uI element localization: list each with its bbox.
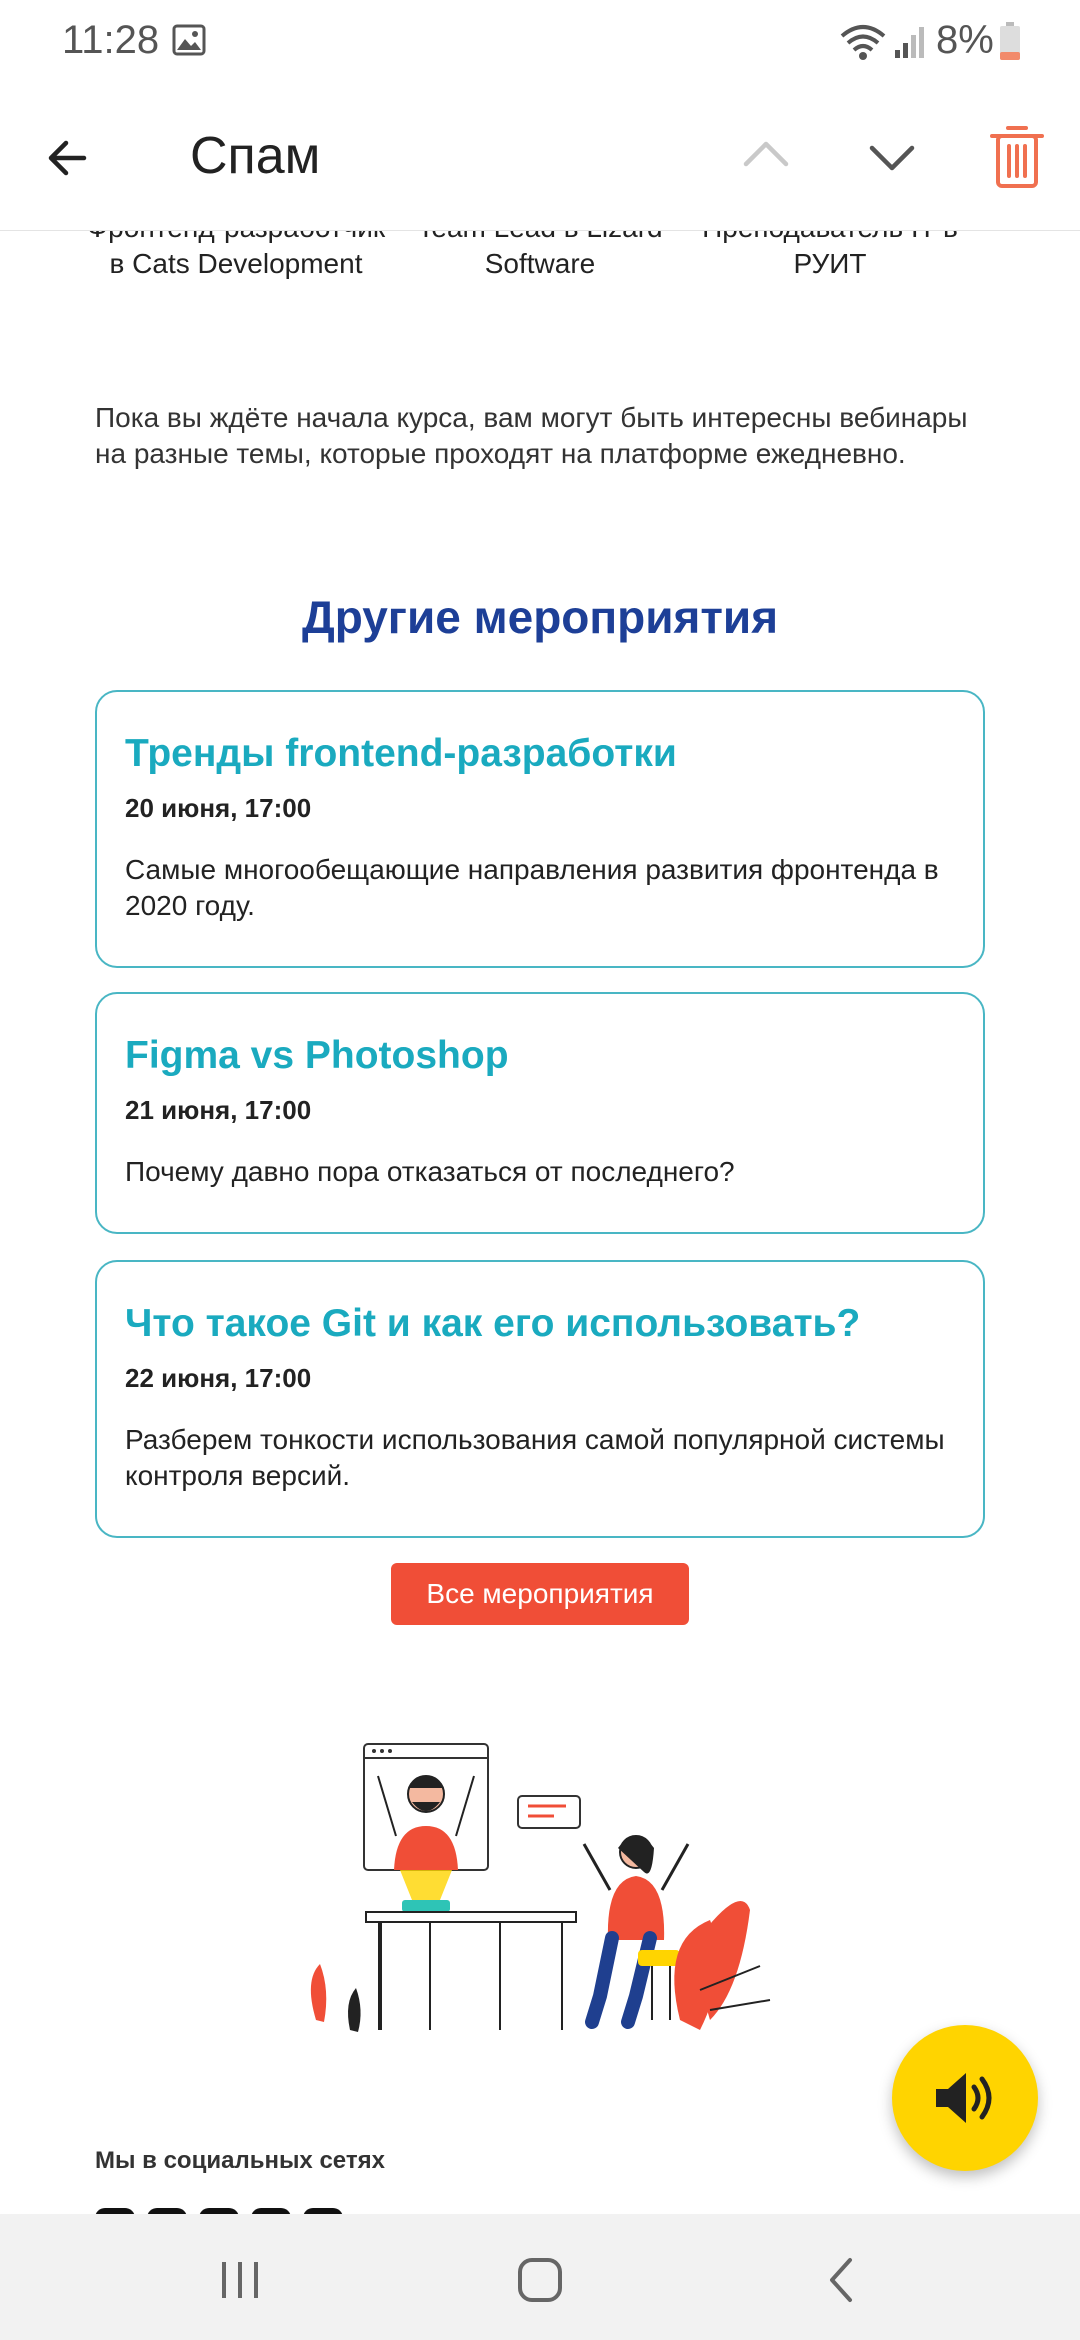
trash-icon[interactable] <box>984 120 1050 192</box>
team-member-role: Фронтенд-разработчик в Cats Development <box>87 230 385 279</box>
chevron-up-icon[interactable] <box>736 126 796 186</box>
event-card[interactable]: Что такое Git и как его использовать? 22… <box>95 1260 985 1538</box>
event-date: 22 июня, 17:00 <box>125 1363 312 1393</box>
page-title: Спам <box>190 127 321 185</box>
event-title[interactable]: Что такое Git и как его использовать? <box>125 1300 955 1348</box>
event-card[interactable]: Тренды frontend-разработки 20 июня, 17:0… <box>95 690 985 968</box>
event-title[interactable]: Тренды frontend-разработки <box>125 730 955 778</box>
email-content: Фронтенд-разработчик в Cats Development … <box>0 230 1080 2214</box>
chevron-down-icon[interactable] <box>862 126 922 186</box>
intro-text: Пока вы ждёте начала курса, вам могут бы… <box>95 402 968 469</box>
event-description: Самые многообещающие направления развити… <box>125 854 939 921</box>
section-title: Другие мероприятия <box>301 591 779 643</box>
event-description: Почему давно пора отказаться от последне… <box>125 1156 735 1187</box>
battery-icon <box>1000 22 1020 60</box>
team-member-role: Team Lead в Lizard Software <box>417 230 662 279</box>
status-bar: 11:28 8% <box>0 0 1080 84</box>
illustration <box>310 1743 771 2032</box>
battery-percent: 8% <box>936 18 994 62</box>
volume-icon <box>936 2073 992 2123</box>
wifi-icon <box>840 25 886 60</box>
event-date: 21 июня, 17:00 <box>125 1095 312 1125</box>
event-card[interactable]: Figma vs Photoshop 21 июня, 17:00 Почему… <box>95 992 985 1234</box>
status-time: 11:28 <box>62 18 160 62</box>
app-bar: Спам <box>0 84 1080 231</box>
back-arrow-icon[interactable] <box>40 126 104 190</box>
gallery-icon <box>172 24 206 56</box>
system-nav-bar <box>0 2214 1080 2340</box>
back-nav-icon[interactable] <box>812 2250 872 2310</box>
signal-icon <box>895 27 924 58</box>
event-title[interactable]: Figma vs Photoshop <box>125 1032 955 1080</box>
event-description: Разберем тонкости использования самой по… <box>125 1424 945 1491</box>
all-events-button[interactable]: Все мероприятия <box>391 1563 689 1625</box>
home-icon[interactable] <box>510 2250 570 2310</box>
recent-apps-icon[interactable] <box>210 2250 270 2310</box>
team-member-role: Преподаватель IT в РУИТ <box>702 230 958 279</box>
event-date: 20 июня, 17:00 <box>125 793 312 823</box>
sound-button[interactable] <box>892 2025 1038 2171</box>
social-label: Мы в социальных сетях <box>95 2147 385 2174</box>
